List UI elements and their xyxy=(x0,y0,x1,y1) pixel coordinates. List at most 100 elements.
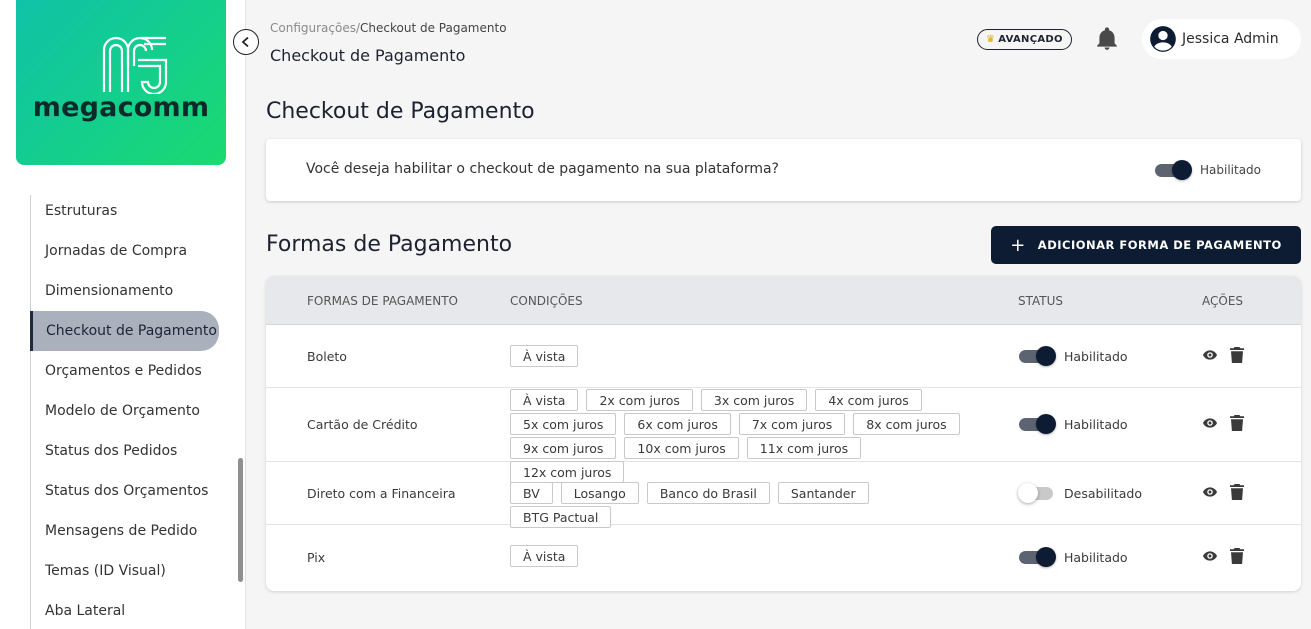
payment-conditions: À vista xyxy=(510,345,970,367)
checkout-enable-question: Você deseja habilitar o checkout de paga… xyxy=(306,161,779,177)
delete-button[interactable] xyxy=(1230,347,1244,363)
payment-status-label: Habilitado xyxy=(1064,348,1128,364)
eye-icon xyxy=(1203,487,1217,497)
view-button[interactable] xyxy=(1202,548,1218,564)
checkout-status-label: Habilitado xyxy=(1200,163,1262,177)
payment-status: Habilitado xyxy=(1018,546,1128,568)
payment-methods-heading: Formas de Pagamento xyxy=(266,232,513,257)
page-title: Checkout de Pagamento xyxy=(270,46,466,65)
payment-status-label: Habilitado xyxy=(1064,549,1128,565)
condition-chip: 4x com juros xyxy=(815,389,922,411)
plan-badge-label: AVANÇADO xyxy=(998,34,1063,45)
sidebar-item-dimensionamento[interactable]: Dimensionamento xyxy=(30,271,230,311)
sidebar-item-jornadas-de-compra[interactable]: Jornadas de Compra xyxy=(30,231,230,271)
condition-chip: 3x com juros xyxy=(700,389,808,411)
row-actions xyxy=(1202,347,1244,363)
condition-chip: 11x com juros xyxy=(746,437,862,459)
checkout-enable-card: Você deseja habilitar o checkout de paga… xyxy=(266,139,1301,201)
sidebar-item-temas-id-visual[interactable]: Temas (ID Visual) xyxy=(30,551,230,591)
condition-chip: Banco do Brasil xyxy=(646,482,770,504)
eye-icon xyxy=(1203,350,1217,360)
checkout-status: Habilitado xyxy=(1154,159,1261,181)
delete-button[interactable] xyxy=(1230,548,1244,564)
crown-icon: ♛ xyxy=(986,34,996,45)
condition-chip: 6x com juros xyxy=(624,413,731,435)
payment-method-name: Pix xyxy=(307,550,326,565)
view-button[interactable] xyxy=(1202,415,1218,431)
trash-icon xyxy=(1230,415,1244,431)
checkout-heading: Checkout de Pagamento xyxy=(266,99,535,124)
delete-button[interactable] xyxy=(1230,415,1244,431)
add-payment-method-label: ADICIONAR FORMA DE PAGAMENTO xyxy=(1037,238,1282,252)
add-payment-method-button[interactable]: + ADICIONAR FORMA DE PAGAMENTO xyxy=(991,226,1301,264)
row-actions xyxy=(1202,548,1244,564)
condition-chip: À vista xyxy=(510,345,579,367)
notifications-button[interactable] xyxy=(1094,26,1120,52)
payment-status-toggle[interactable] xyxy=(1018,413,1056,435)
trash-icon xyxy=(1230,548,1244,564)
condition-chip: Losango xyxy=(560,482,639,504)
delete-button[interactable] xyxy=(1230,484,1244,500)
sidebar-item-modelo-de-orcamento[interactable]: Modelo de Orçamento xyxy=(30,391,230,431)
condition-chip: Santander xyxy=(777,482,869,504)
sidebar: megacomm Estruturas Jornadas de Compra Dim… xyxy=(0,0,246,629)
user-menu[interactable]: Jessica Admin xyxy=(1142,19,1301,59)
sidebar-item-orcamentos-e-pedidos[interactable]: Orçamentos e Pedidos xyxy=(30,351,230,391)
user-name: Jessica Admin xyxy=(1182,31,1279,47)
column-header-conditions[interactable]: CONDIÇÕES xyxy=(510,294,583,308)
condition-chip: 2x com juros xyxy=(586,389,693,411)
payment-conditions: À vista xyxy=(510,545,970,567)
sidebar-item-aba-lateral[interactable]: Aba Lateral xyxy=(30,591,230,629)
sidebar-item-status-dos-pedidos[interactable]: Status dos Pedidos xyxy=(30,431,230,471)
sidebar-item-status-dos-orcamentos[interactable]: Status dos Orçamentos xyxy=(30,471,230,511)
condition-chip: 5x com juros xyxy=(510,413,617,435)
view-button[interactable] xyxy=(1202,347,1218,363)
table-row: Cartão de Crédito À vista 2x com juros 3x c… xyxy=(266,388,1301,483)
trash-icon xyxy=(1230,484,1244,500)
column-header-status[interactable]: STATUS xyxy=(1018,294,1063,308)
table-row: Direto com a Financeira BV Losango Banco do… xyxy=(266,462,1301,528)
row-actions xyxy=(1202,484,1244,500)
sidebar-menu: Estruturas Jornadas de Compra Dimensioname… xyxy=(30,191,230,629)
payment-methods-table: FORMAS DE PAGAMENTO CONDIÇÕES STATUS AÇÕ… xyxy=(266,276,1301,591)
megacomm-logo-icon xyxy=(102,36,168,94)
payment-status-toggle[interactable] xyxy=(1018,345,1056,367)
condition-chip: 8x com juros xyxy=(853,413,960,435)
bell-icon xyxy=(1097,27,1117,50)
table-row: Pix À vista Habilitado xyxy=(266,525,1301,591)
account-circle-icon xyxy=(1150,26,1176,52)
column-header-actions: AÇÕES xyxy=(1202,294,1244,308)
checkout-enable-toggle[interactable] xyxy=(1154,159,1192,181)
payment-status-toggle[interactable] xyxy=(1018,546,1056,568)
condition-chip: À vista xyxy=(510,389,579,411)
payment-status: Desabilitado xyxy=(1018,482,1142,504)
trash-icon xyxy=(1230,347,1244,363)
sidebar-item-estruturas[interactable]: Estruturas xyxy=(30,191,230,231)
sidebar-collapse-button[interactable] xyxy=(233,29,259,55)
column-header-method[interactable]: FORMAS DE PAGAMENTO xyxy=(307,294,458,308)
table-row: Boleto À vista Habilitado xyxy=(266,325,1301,388)
payment-method-name: Cartão de Crédito xyxy=(307,417,418,432)
chevron-left-icon xyxy=(241,36,249,48)
sidebar-item-mensagens-de-pedido[interactable]: Mensagens de Pedido xyxy=(30,511,230,551)
row-actions xyxy=(1202,415,1244,431)
brand-logo[interactable]: megacomm xyxy=(16,0,226,165)
payment-status: Habilitado xyxy=(1018,345,1128,367)
condition-chip: BV xyxy=(510,482,553,504)
payment-conditions: BV Losango Banco do Brasil Santander BTG Pac… xyxy=(510,482,970,528)
payment-method-name: Boleto xyxy=(307,349,347,364)
payment-status-label: Habilitado xyxy=(1064,416,1128,432)
breadcrumb: Configurações/Checkout de Pagamento xyxy=(270,21,507,35)
condition-chip: 7x com juros xyxy=(738,413,846,435)
sidebar-item-checkout-de-pagamento[interactable]: Checkout de Pagamento xyxy=(30,311,219,351)
sidebar-scrollbar[interactable] xyxy=(238,458,243,582)
payment-status-label: Desabilitado xyxy=(1064,485,1142,501)
view-button[interactable] xyxy=(1202,484,1218,500)
plus-icon: + xyxy=(1010,234,1026,256)
condition-chip: 9x com juros xyxy=(510,437,617,459)
payment-status-toggle[interactable] xyxy=(1018,482,1056,504)
brand-name: megacomm xyxy=(32,92,210,123)
breadcrumb-parent-link[interactable]: Configurações xyxy=(270,21,356,35)
condition-chip: À vista xyxy=(510,545,579,567)
payment-method-name: Direto com a Financeira xyxy=(307,486,456,501)
